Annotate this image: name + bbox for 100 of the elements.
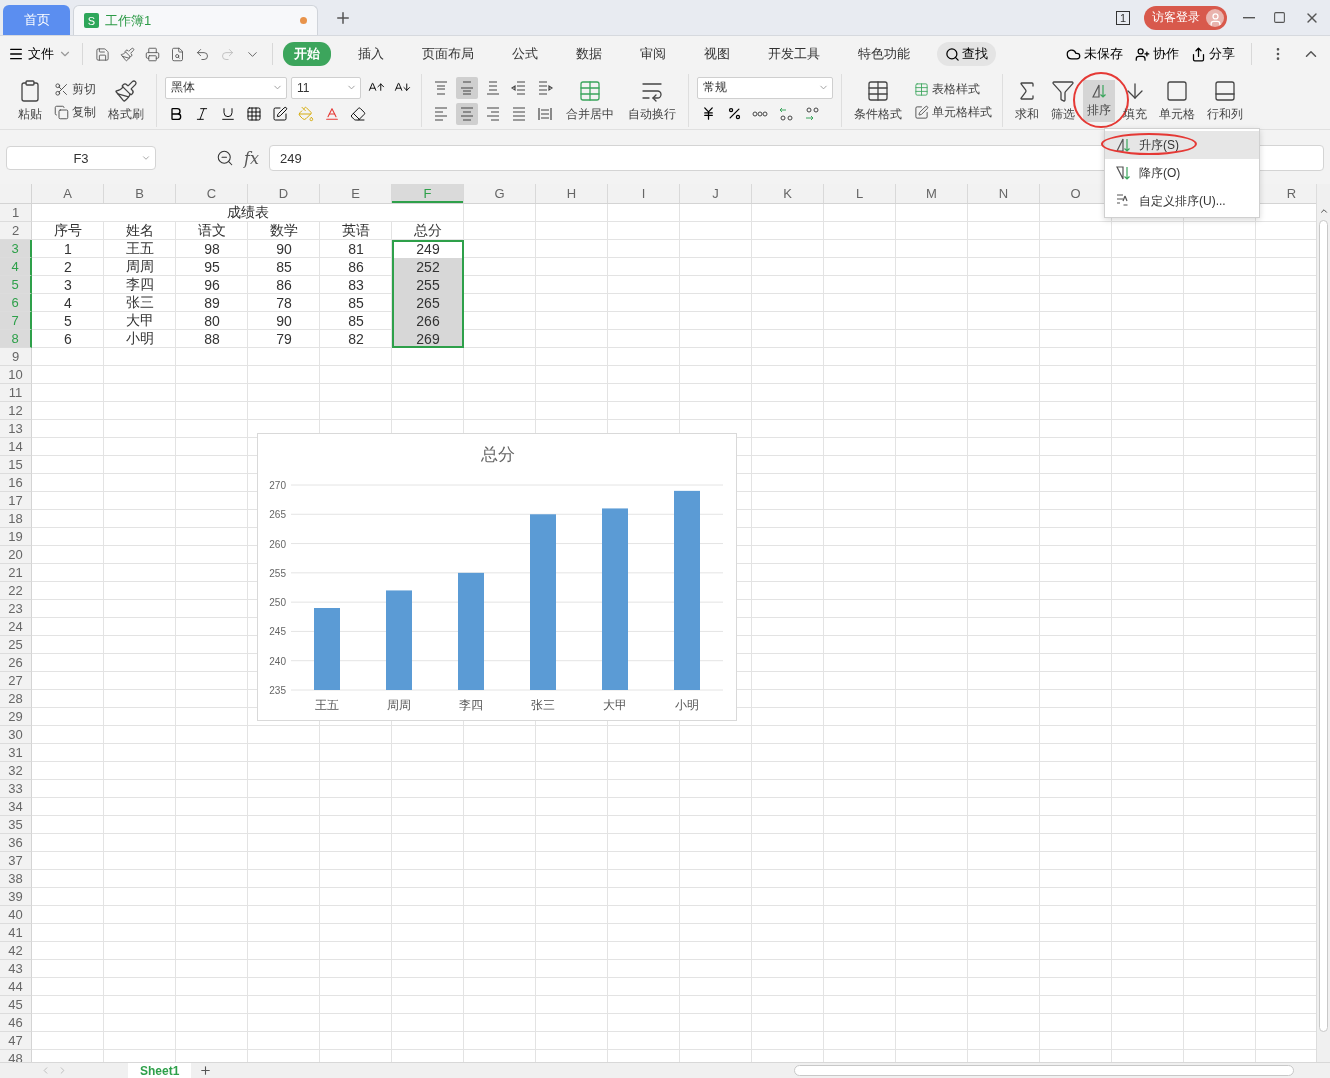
row-header[interactable]: 20 (0, 546, 32, 564)
cell-style-button[interactable]: 单元格样式 (912, 102, 994, 122)
ribbon-tab[interactable]: 开始 (283, 42, 331, 66)
table-cell-text: 83 (347, 276, 365, 294)
align-button[interactable] (456, 102, 478, 125)
function-label[interactable]: fx (244, 148, 259, 168)
row-header[interactable]: 26 (0, 654, 32, 672)
align-button[interactable] (456, 76, 478, 99)
fill-button[interactable]: 填充 (1119, 75, 1151, 126)
share-button[interactable]: 分享 (1191, 45, 1235, 63)
cell-button[interactable]: 单元格 (1155, 75, 1199, 126)
row-header[interactable]: 37 (0, 852, 32, 870)
cut-button[interactable]: 剪切 (52, 79, 98, 99)
workbook-tab[interactable]: S 工作簿1 (73, 5, 318, 35)
table-cell-text: 86 (347, 258, 365, 276)
number-format-select[interactable]: 常规 (697, 76, 833, 99)
row-header[interactable]: 33 (0, 780, 32, 798)
paste-button[interactable]: 粘贴 (14, 75, 46, 126)
font-name-select[interactable]: 黑体 (165, 76, 287, 99)
table-icon (914, 81, 929, 97)
row-header[interactable]: 22 (0, 582, 32, 600)
table-cell-text: 小明 (125, 330, 155, 348)
row-header[interactable]: 29 (0, 708, 32, 726)
row-header[interactable]: 19 (0, 528, 32, 546)
row-header[interactable]: 36 (0, 834, 32, 852)
row-header[interactable]: 42 (0, 942, 32, 960)
row-header[interactable]: 31 (0, 744, 32, 762)
row-header[interactable]: 14 (0, 438, 32, 456)
filter-button[interactable]: 筛选 (1047, 75, 1079, 126)
minimize-button[interactable] (1241, 14, 1257, 21)
sort-icon (1091, 82, 1107, 99)
axis-tick-label: 235 (269, 685, 286, 696)
row-header[interactable]: 35 (0, 816, 32, 834)
login-button[interactable]: 访客登录 (1144, 5, 1227, 30)
sheet-tab[interactable]: Sheet1 (128, 1062, 192, 1078)
row-header[interactable]: 24 (0, 618, 32, 636)
ribbon-tab[interactable]: 页面布局 (411, 42, 485, 66)
row-header[interactable]: 45 (0, 996, 32, 1014)
table-cell-text: 序号 (53, 222, 83, 240)
row-header[interactable]: 32 (0, 762, 32, 780)
collaborate-button[interactable]: 协作 (1135, 45, 1179, 63)
row-header[interactable]: 9 (0, 348, 32, 366)
axis-category-label: 小明 (675, 698, 699, 712)
ribbon-tab[interactable]: 开发工具 (757, 42, 831, 66)
row-header[interactable]: 25 (0, 636, 32, 654)
row-header[interactable]: 47 (0, 1032, 32, 1050)
row-header[interactable]: 43 (0, 960, 32, 978)
row-header[interactable]: 44 (0, 978, 32, 996)
table-cell: 269 (392, 330, 464, 348)
rows-columns-button[interactable]: 行和列 (1203, 75, 1247, 126)
ribbon-tab[interactable]: 特色功能 (847, 42, 921, 66)
row-header[interactable]: 1 (0, 204, 32, 222)
ribbon-tab[interactable]: 插入 (347, 42, 395, 66)
row-header[interactable]: 23 (0, 600, 32, 618)
ribbon-tab[interactable]: 数据 (565, 42, 613, 66)
row-header[interactable]: 30 (0, 726, 32, 744)
file-menu[interactable]: 文件 (8, 45, 72, 63)
row-header[interactable]: 13 (0, 420, 32, 438)
menu-item[interactable]: 升序(S) (1105, 131, 1259, 159)
sort-button[interactable]: 排序 (1083, 79, 1115, 122)
row-header[interactable]: 28 (0, 690, 32, 708)
ribbon-tab[interactable]: 视图 (693, 42, 741, 66)
row-header[interactable]: 27 (0, 672, 32, 690)
row-header[interactable]: 15 (0, 456, 32, 474)
table-cell-text: 王五 (125, 240, 155, 258)
row-header[interactable]: 17 (0, 492, 32, 510)
format-painter-button[interactable]: 格式刷 (104, 75, 148, 126)
maximize-button[interactable] (1271, 9, 1288, 26)
axis-category-label: 张三 (531, 698, 555, 712)
save-status-button[interactable]: 未保存 (1066, 45, 1123, 63)
row-header[interactable]: 21 (0, 564, 32, 582)
wrap-text-button[interactable]: 自动换行 (624, 75, 680, 126)
row-header[interactable]: 12 (0, 402, 32, 420)
copy-button[interactable]: 复制 (52, 102, 98, 122)
home-tab[interactable]: 首页 (3, 5, 70, 35)
row-header[interactable]: 38 (0, 870, 32, 888)
search-icon (945, 46, 960, 62)
row-header[interactable]: 46 (0, 1014, 32, 1032)
search-button[interactable]: 查找 (937, 42, 996, 66)
row-header[interactable]: 40 (0, 906, 32, 924)
row-header[interactable]: 18 (0, 510, 32, 528)
table-style-button[interactable]: 表格样式 (912, 79, 994, 99)
row-header[interactable]: 11 (0, 384, 32, 402)
sum-button[interactable]: 求和 (1011, 75, 1043, 126)
row-header[interactable]: 41 (0, 924, 32, 942)
row-header[interactable]: 10 (0, 366, 32, 384)
horizontal-scrollbar[interactable] (794, 1065, 1294, 1076)
menu-item[interactable]: 降序(O) (1105, 159, 1259, 187)
font-size-select[interactable]: 11 (291, 76, 361, 99)
menu-item[interactable]: 自定义排序(U)... (1105, 187, 1259, 215)
row-header[interactable]: 16 (0, 474, 32, 492)
row-header[interactable]: 2 (0, 222, 32, 240)
row-header[interactable]: 39 (0, 888, 32, 906)
ribbon-tab[interactable]: 审阅 (629, 42, 677, 66)
name-box[interactable]: F3 (6, 146, 156, 170)
ribbon-tab[interactable]: 公式 (501, 42, 549, 66)
merge-center-button[interactable]: 合并居中 (562, 75, 618, 126)
conditional-format-button[interactable]: 条件格式 (850, 75, 906, 126)
vertical-scrollbar[interactable] (1316, 184, 1330, 1062)
row-header[interactable]: 34 (0, 798, 32, 816)
